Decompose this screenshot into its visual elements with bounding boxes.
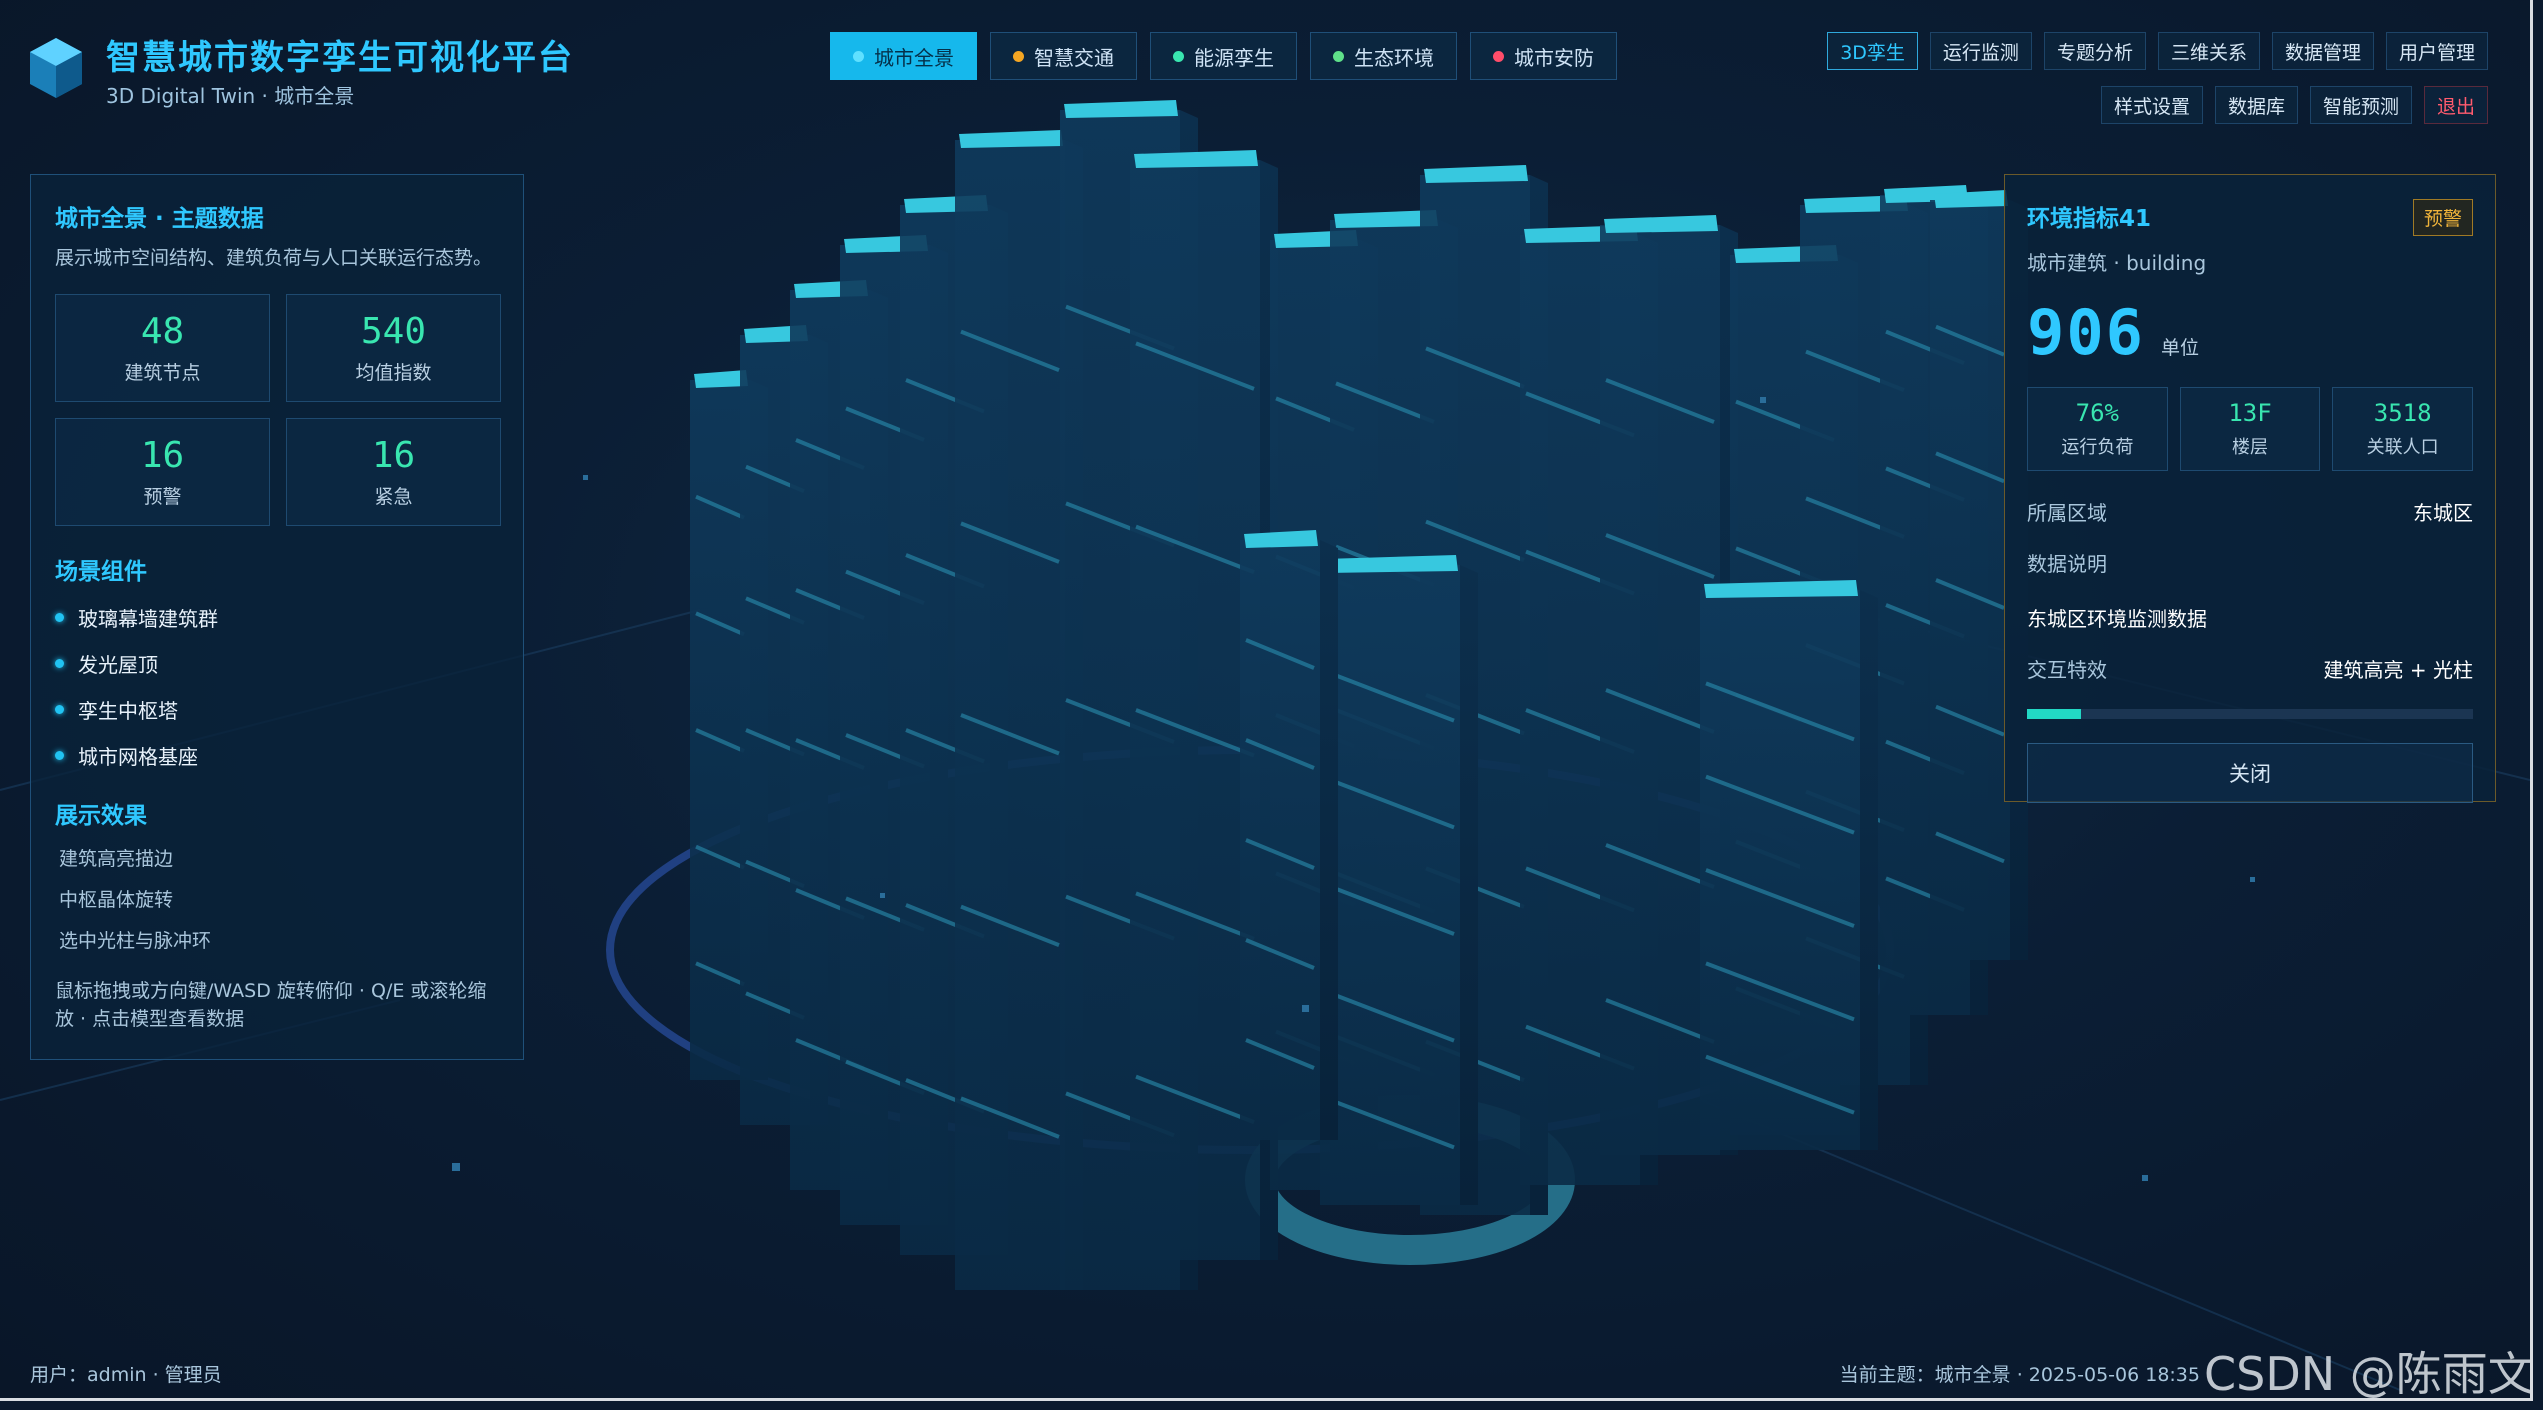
list-item: 城市网格基座 bbox=[55, 741, 499, 770]
stat-card: 16 紧急 bbox=[286, 418, 501, 526]
nav-runtime-monitor[interactable]: 运行监测 bbox=[1929, 32, 2032, 70]
metric-grid: 76% 运行负荷 13F 楼层 3518 关联人口 bbox=[2027, 387, 2473, 471]
nav-3d-twin[interactable]: 3D孪生 bbox=[1827, 32, 1918, 70]
nav-database[interactable]: 数据库 bbox=[2214, 86, 2298, 124]
stat-label: 均值指数 bbox=[355, 362, 432, 384]
page-title: 智慧城市数字孪生可视化平台 bbox=[106, 38, 574, 78]
tab-energy-twin[interactable]: 能源孪生 bbox=[1150, 32, 1297, 80]
stat-label: 紧急 bbox=[374, 486, 413, 508]
tab-dot-icon bbox=[1493, 50, 1504, 62]
stat-label: 建筑节点 bbox=[124, 362, 201, 384]
region-row: 所属区域 东城区 bbox=[2027, 501, 2473, 525]
building-side bbox=[1860, 590, 1878, 1150]
description-row: 数据说明 bbox=[2027, 552, 2107, 576]
glowing-roof bbox=[1424, 165, 1528, 183]
effect-row: 交互特效 建筑高亮 + 光柱 bbox=[2027, 658, 2473, 682]
description-value: 东城区环境监测数据 bbox=[2027, 607, 2207, 631]
stat-card: 16 预警 bbox=[55, 418, 270, 526]
current-theme: 当前主题：城市全景 · 2025-05-06 18:35 bbox=[1839, 1364, 2200, 1386]
metric-label: 关联人口 bbox=[2366, 437, 2439, 458]
effect-item: 选中光柱与脉冲环 bbox=[59, 930, 212, 952]
building-detail-panel: 环境指标41 预警 城市建筑 · building 906 单位 76% 运行负… bbox=[2004, 174, 2496, 803]
effect-item: 中枢晶体旋转 bbox=[59, 889, 174, 911]
stat-value: 16 bbox=[371, 435, 416, 476]
progress-bar bbox=[2027, 709, 2473, 719]
stat-value: 540 bbox=[360, 311, 427, 352]
tab-dot-icon bbox=[1333, 50, 1344, 62]
metric-value: 13F bbox=[2228, 399, 2272, 427]
page-subtitle: 3D Digital Twin · 城市全景 bbox=[106, 84, 355, 108]
building-block[interactable] bbox=[1240, 540, 1320, 1140]
nav-data-management[interactable]: 数据管理 bbox=[2271, 32, 2374, 70]
stats-grid: 48 建筑节点 540 均值指数 16 预警 16 紧急 bbox=[55, 294, 501, 526]
metric-card: 76% 运行负荷 bbox=[2027, 387, 2168, 471]
controls-hint: 鼠标拖拽或方向键/WASD 旋转俯仰 · Q/E 或滚轮缩放 · 点击模型查看数… bbox=[55, 980, 487, 1030]
theme-data-panel: 城市全景 · 主题数据 展示城市空间结构、建筑负荷与人口关联运行态势。 48 建… bbox=[30, 174, 524, 1060]
tab-city-overview[interactable]: 城市全景 bbox=[830, 32, 977, 80]
detail-subtitle: 城市建筑 · building bbox=[2027, 251, 2207, 275]
bullet-icon bbox=[55, 705, 64, 714]
close-button[interactable]: 关闭 bbox=[2027, 743, 2473, 803]
list-item: 孪生中枢塔 bbox=[55, 695, 499, 724]
glowing-roof bbox=[1064, 100, 1178, 118]
panel-title: 城市全景 · 主题数据 bbox=[55, 206, 264, 232]
tab-city-security[interactable]: 城市安防 bbox=[1470, 32, 1617, 80]
metric-card: 3518 关联人口 bbox=[2332, 387, 2473, 471]
stat-value: 16 bbox=[140, 435, 185, 476]
main-value: 906 bbox=[2027, 296, 2145, 369]
list-item: 发光屋顶 bbox=[55, 649, 499, 678]
tab-dot-icon bbox=[1013, 50, 1024, 62]
building-side bbox=[1460, 565, 1478, 1205]
bullet-icon bbox=[55, 751, 64, 760]
stat-card: 48 建筑节点 bbox=[55, 294, 270, 402]
metric-value: 76% bbox=[2075, 399, 2119, 427]
progress-fill bbox=[2027, 709, 2081, 719]
panel-description: 展示城市空间结构、建筑负荷与人口关联运行态势。 bbox=[55, 247, 493, 269]
detail-title: 环境指标41 bbox=[2027, 206, 2152, 232]
glowing-roof bbox=[694, 370, 748, 388]
metric-value: 3518 bbox=[2373, 399, 2432, 427]
metric-label: 运行负荷 bbox=[2061, 437, 2134, 458]
watermark: CSDN @陈雨文 bbox=[2204, 1347, 2533, 1401]
tab-ecology[interactable]: 生态环境 bbox=[1310, 32, 1457, 80]
tab-dot-icon bbox=[853, 50, 864, 62]
glowing-roof bbox=[1604, 215, 1718, 233]
current-user: 用户：admin · 管理员 bbox=[30, 1364, 222, 1386]
logout-button[interactable]: 退出 bbox=[2423, 86, 2488, 124]
list-item: 玻璃幕墙建筑群 bbox=[55, 603, 499, 632]
main-unit: 单位 bbox=[2160, 337, 2199, 359]
bullet-icon bbox=[55, 613, 64, 622]
effects-heading: 展示效果 bbox=[55, 803, 147, 829]
components-heading: 场景组件 bbox=[55, 559, 147, 585]
nav-user-management[interactable]: 用户管理 bbox=[2385, 32, 2488, 70]
warning-badge: 预警 bbox=[2412, 199, 2473, 236]
glowing-roof bbox=[959, 130, 1063, 148]
platform-logo-icon bbox=[30, 38, 82, 98]
nav-smart-prediction[interactable]: 智能预测 bbox=[2309, 86, 2412, 124]
nav-3d-relations[interactable]: 三维关系 bbox=[2157, 32, 2260, 70]
nav-style-settings[interactable]: 样式设置 bbox=[2100, 86, 2203, 124]
stat-card: 540 均值指数 bbox=[286, 294, 501, 402]
theme-tabs: 城市全景 智慧交通 能源孪生 生态环境 城市安防 bbox=[830, 32, 1617, 80]
app-window: 智慧城市数字孪生可视化平台 3D Digital Twin · 城市全景 城市全… bbox=[0, 0, 2533, 1401]
building-block[interactable] bbox=[1320, 565, 1460, 1205]
building-side bbox=[1320, 540, 1338, 1140]
effect-item: 建筑高亮描边 bbox=[59, 848, 174, 870]
tab-dot-icon bbox=[1173, 50, 1184, 62]
building-block[interactable] bbox=[1700, 590, 1860, 1150]
top-navigation: 3D孪生 运行监测 专题分析 三维关系 数据管理 用户管理 样式设置 数据库 智… bbox=[1808, 32, 2488, 140]
nav-topic-analysis[interactable]: 专题分析 bbox=[2043, 32, 2146, 70]
metric-card: 13F 楼层 bbox=[2179, 387, 2321, 471]
metric-label: 楼层 bbox=[2231, 437, 2268, 458]
tab-smart-traffic[interactable]: 智慧交通 bbox=[990, 32, 1137, 80]
bullet-icon bbox=[55, 659, 64, 668]
stat-value: 48 bbox=[140, 311, 185, 352]
stat-label: 预警 bbox=[143, 486, 182, 508]
